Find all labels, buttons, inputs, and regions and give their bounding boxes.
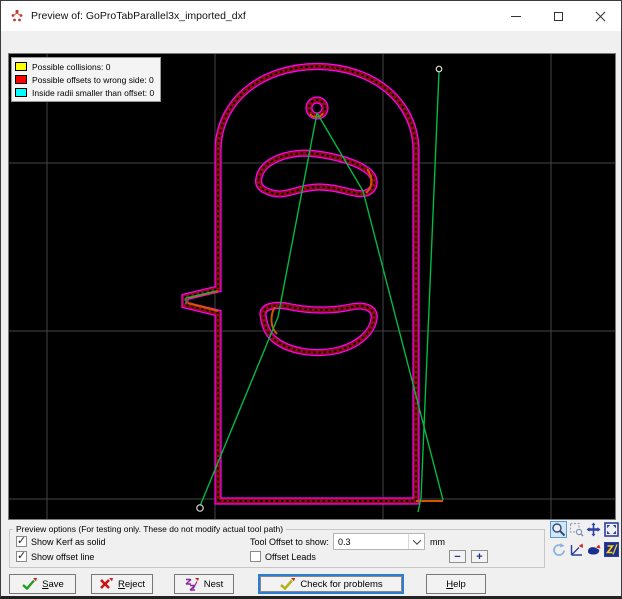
- close-button[interactable]: [579, 1, 621, 31]
- fit-view-icon: [604, 522, 619, 537]
- grid-lines: [9, 54, 615, 519]
- offset-increase-button[interactable]: +: [471, 550, 488, 563]
- small-radii-swatch-icon: [15, 88, 27, 97]
- show-offset-checkbox[interactable]: Show offset line: [16, 551, 94, 562]
- machine-icon: [586, 542, 601, 557]
- isometric-view-button[interactable]: [568, 541, 585, 558]
- magnifier-icon: [551, 522, 566, 537]
- chevron-down-icon: [412, 536, 420, 544]
- tool-offset-combobox[interactable]: 0.3: [333, 533, 425, 550]
- path-markers: [197, 66, 442, 511]
- app-icon: [9, 8, 25, 24]
- group-label: Preview options (For testing only. These…: [13, 524, 286, 534]
- preview-canvas[interactable]: [9, 54, 615, 519]
- preview-window: Preview of: GoProTabParallel3x_imported_…: [0, 0, 622, 599]
- offset-leads-checkbox[interactable]: Offset Leads: [250, 551, 316, 562]
- zoom-tool-button[interactable]: [550, 521, 567, 538]
- axes-icon: [569, 542, 584, 557]
- part-toolpath: [185, 67, 416, 502]
- combobox-dropdown-button[interactable]: [408, 534, 424, 549]
- reject-x-icon: [99, 578, 113, 590]
- rotate-view-button[interactable]: [550, 541, 567, 558]
- save-check-icon: [21, 578, 37, 590]
- tool-offset-value: 0.3: [334, 537, 408, 547]
- offset-decrease-button[interactable]: −: [449, 550, 466, 563]
- legend: Possible collisions: 0 Possible offsets …: [11, 57, 161, 102]
- minimize-icon: [511, 16, 521, 17]
- machine-view-button[interactable]: [585, 541, 602, 558]
- rapid-moves: [186, 72, 443, 512]
- maximize-icon: [554, 12, 563, 21]
- legend-item-collisions: Possible collisions: 0: [15, 60, 157, 73]
- collision-swatch-icon: [15, 62, 27, 71]
- help-button[interactable]: Help: [426, 574, 486, 594]
- pan-arrows-icon: [586, 522, 601, 537]
- show-kerf-check-icon: [16, 536, 27, 547]
- start-point-marker: [436, 66, 442, 72]
- nest-sort-icon: [185, 578, 199, 591]
- view-toolbar: [550, 521, 620, 558]
- maximize-button[interactable]: [537, 1, 579, 31]
- rotate-icon: [551, 542, 566, 557]
- legend-item-wrong-side: Possible offsets to wrong side: 0: [15, 73, 157, 86]
- pan-tool-button[interactable]: [585, 521, 602, 538]
- check-problems-icon: [279, 578, 295, 590]
- end-point-marker: [197, 505, 203, 511]
- zoom-window-icon: [569, 522, 584, 537]
- show-offset-check-icon: [16, 551, 27, 562]
- zoom-window-button[interactable]: [568, 521, 585, 538]
- nest-button[interactable]: Nest: [174, 574, 234, 594]
- title-bar: Preview of: GoProTabParallel3x_imported_…: [1, 1, 621, 31]
- legend-item-small-radii: Inside radii smaller than offset: 0: [15, 86, 157, 99]
- unit-label: mm: [430, 537, 445, 547]
- z-depth-button[interactable]: [603, 541, 620, 558]
- fit-to-window-button[interactable]: [603, 521, 620, 538]
- preview-options-group: Preview options (For testing only. These…: [9, 529, 545, 568]
- window-title: Preview of: GoProTabParallel3x_imported_…: [31, 10, 246, 22]
- show-kerf-checkbox[interactable]: Show Kerf as solid: [16, 536, 106, 547]
- wrong-side-swatch-icon: [15, 75, 27, 84]
- check-for-problems-button[interactable]: Check for problems: [258, 574, 404, 594]
- close-icon: [595, 11, 606, 22]
- save-button[interactable]: Save: [9, 574, 76, 594]
- offset-leads-check-icon: [250, 551, 261, 562]
- minimize-button[interactable]: [495, 1, 537, 31]
- reject-button[interactable]: Reject: [91, 574, 153, 594]
- z-depth-icon: [604, 542, 619, 557]
- tool-offset-label: Tool Offset to show:: [250, 537, 329, 547]
